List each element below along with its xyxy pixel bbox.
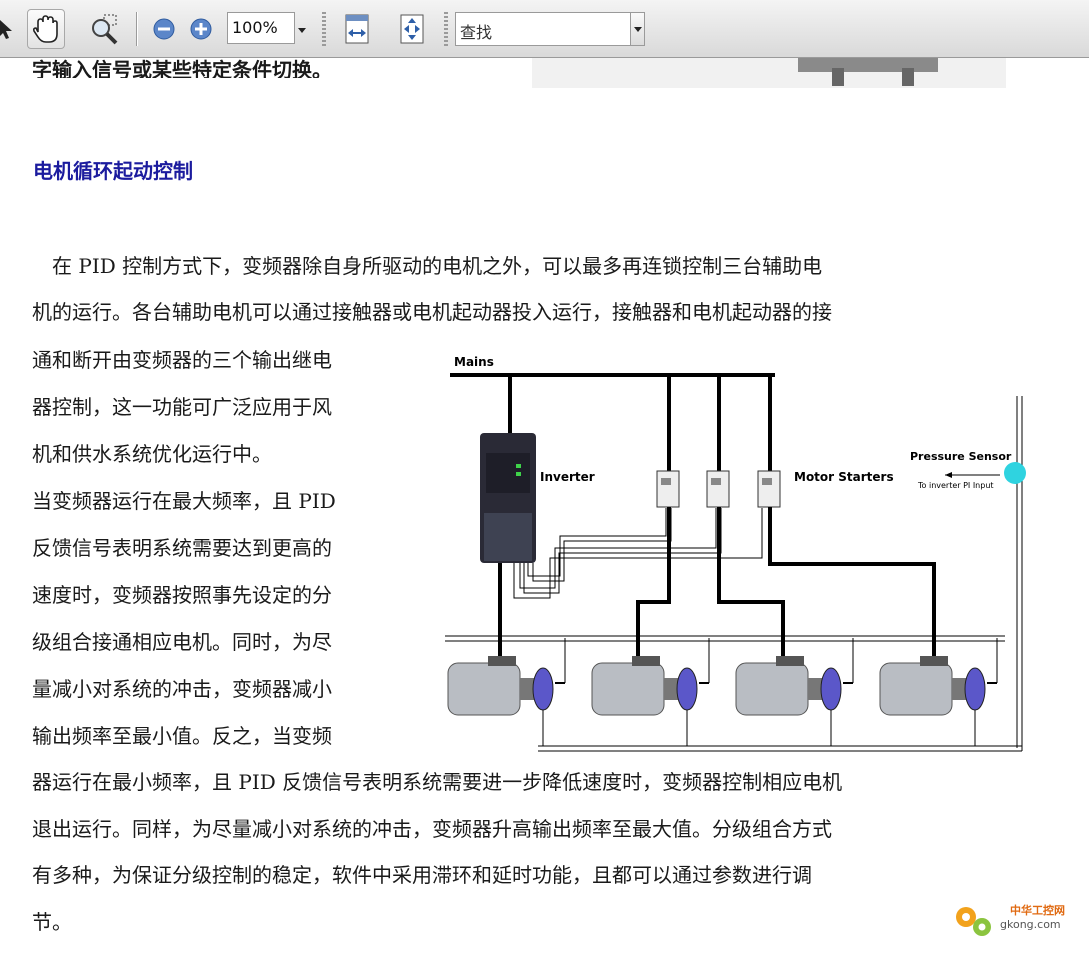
gkong-watermark: 中华工控网 gkong.com (952, 897, 1082, 947)
sensor-sub-label: To inverter PI Input (917, 481, 994, 490)
paragraph-line: 有多种，为保证分级控制的稳定，软件中采用滞环和延时功能，且都可以通过参数进行调 (32, 863, 812, 887)
zoom-in-icon[interactable] (189, 17, 213, 41)
paragraph-line: 退出运行。同样，为尽量减小对系统的冲击，变频器升高输出频率至最大值。分级组合方式 (32, 817, 832, 841)
pressure-sensor-label: Pressure Sensor (910, 450, 1012, 463)
mains-label: Mains (454, 355, 494, 369)
paragraph-line: 速度时，变频器按照事先设定的分 (32, 583, 332, 607)
paragraph-line: 机的运行。各台辅助电机可以通过接触器或电机起动器投入运行，接触器和电机起动器的接 (32, 300, 832, 324)
paragraph-line: 在 PID 控制方式下，变频器除自身所驱动的电机之外，可以最多再连锁控制三台辅助… (32, 254, 823, 278)
find-dropdown-button[interactable] (631, 12, 645, 46)
motor-starters-label: Motor Starters (794, 470, 894, 484)
inverter-label: Inverter (540, 470, 595, 484)
paragraph-line: 机和供水系统优化运行中。 (32, 442, 272, 466)
hand-icon (32, 15, 58, 43)
paragraph-line: 级组合接通相应电机。同时，为尽 (32, 630, 332, 654)
pdf-toolbar: 100% 查找 (0, 0, 1089, 58)
zoom-dropdown-arrow-icon[interactable] (298, 28, 306, 33)
paragraph-line: 通和断开由变频器的三个输出继电 (32, 348, 332, 372)
watermark-title: 中华工控网 (1010, 903, 1065, 917)
zoom-marquee-icon[interactable] (88, 12, 122, 46)
fit-page-icon[interactable] (398, 13, 426, 45)
zoom-out-icon[interactable] (152, 17, 176, 41)
hand-tool-button[interactable] (27, 9, 65, 49)
find-input[interactable]: 查找 (455, 12, 631, 46)
zoom-level-input[interactable]: 100% (227, 12, 295, 44)
watermark-url: gkong.com (1000, 918, 1061, 931)
pump-control-diagram: Mains Inverter Motor Starters Pressure S… (440, 338, 1030, 758)
cut-top-line: 字输入信号或某些特定条件切换。 (32, 58, 332, 78)
paragraph-line: 当变频器运行在最大频率，且 PID (32, 489, 336, 513)
select-arrow-icon[interactable] (0, 14, 14, 44)
paragraph-line: 输出频率至最小值。反之，当变频 (32, 724, 332, 748)
cropped-figure-top (532, 58, 1006, 88)
paragraph-line: 节。 (32, 910, 72, 934)
paragraph-line: 器运行在最小频率，且 PID 反馈信号表明系统需要进一步降低速度时，变频器控制相… (32, 770, 843, 794)
paragraph-line: 量减小对系统的冲击，变频器减小 (32, 677, 332, 701)
section-heading: 电机循环起动控制 (33, 159, 193, 183)
paragraph-line: 反馈信号表明系统需要达到更高的 (32, 536, 332, 560)
chevron-down-icon (634, 27, 642, 32)
paragraph-line: 器控制，这一功能可广泛应用于风 (32, 395, 332, 419)
fit-width-icon[interactable] (343, 13, 371, 45)
